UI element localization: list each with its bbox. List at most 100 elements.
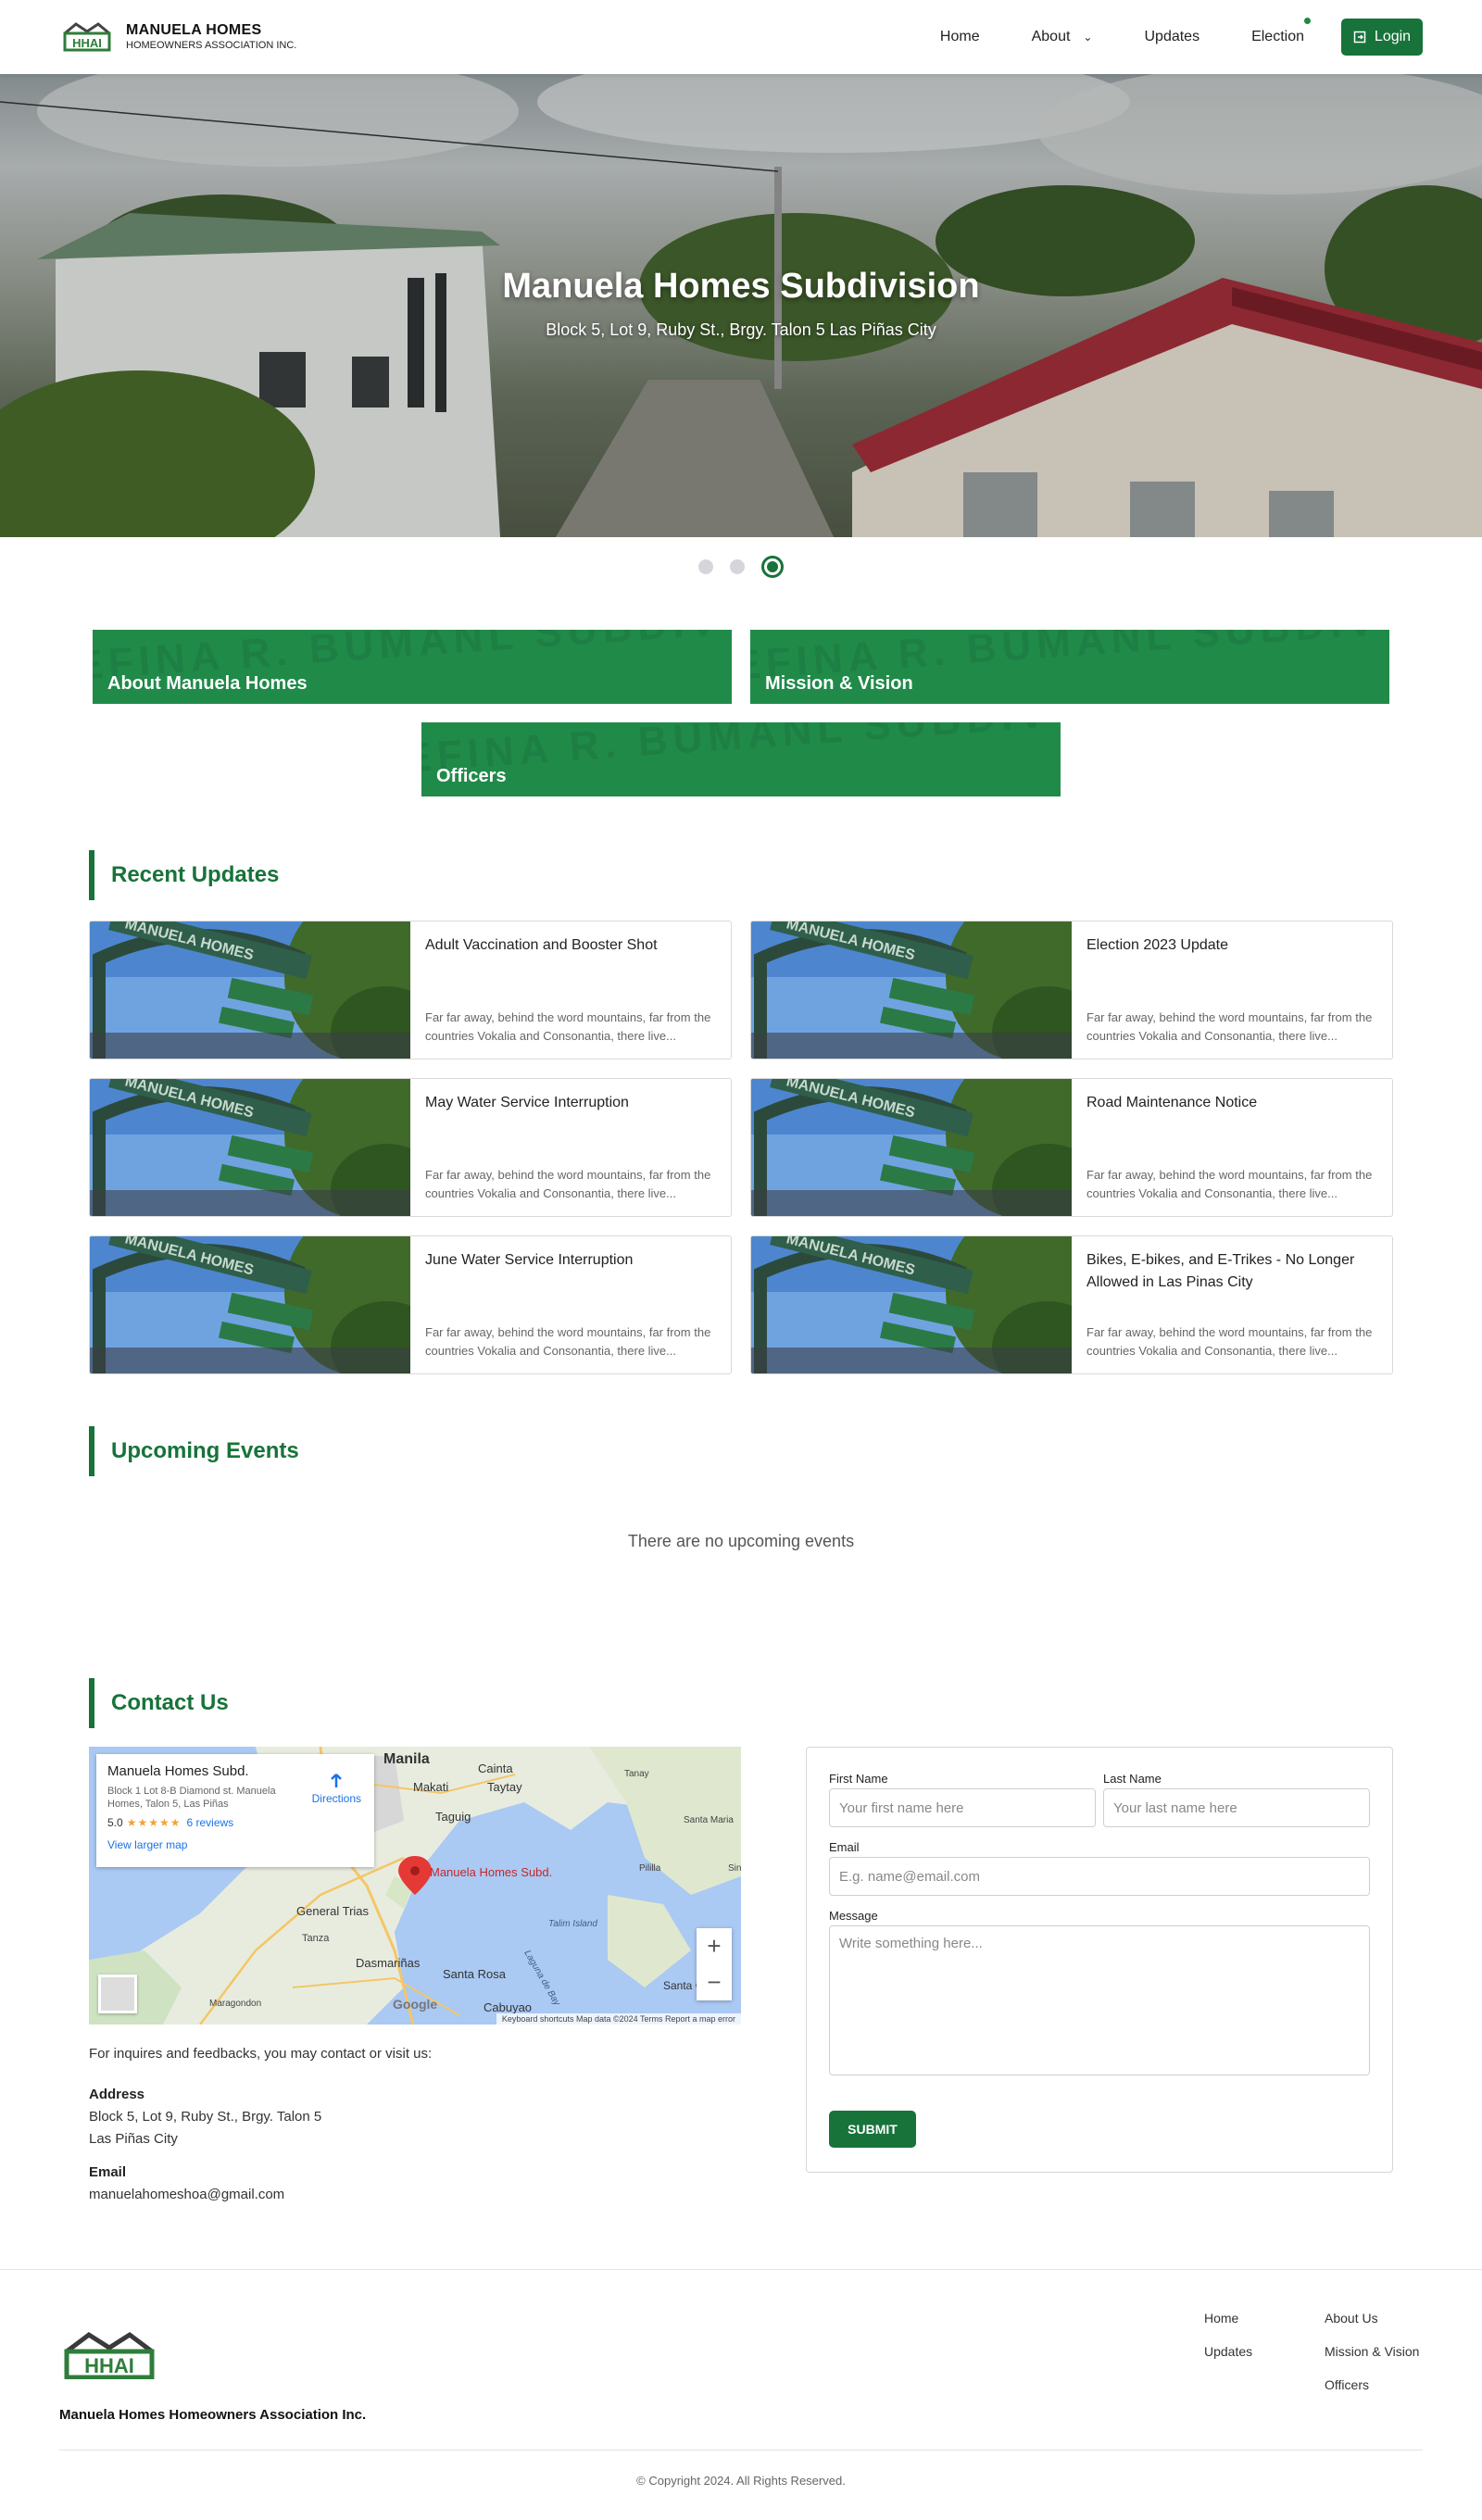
email-input[interactable]: E.g. name@email.com [829,1857,1370,1896]
map-place-address: Block 1 Lot 8-B Diamond st. Manuela Home… [107,1786,276,1810]
svg-text:Tanza: Tanza [302,1933,330,1944]
no-events-message: There are no upcoming events [627,1532,855,1550]
hero-subtitle: Block 5, Lot 9, Ruby St., Brgy. Talon 5 … [546,320,936,339]
hero-carousel: Manuela Homes Subdivision Block 5, Lot 9… [0,74,1482,537]
top-navbar: HHAI MANUELA HOMES HOMEOWNERS ASSOCIATIO… [0,0,1482,74]
svg-text:Tanay: Tanay [624,1769,649,1779]
footer-link-home[interactable]: Home [1204,2311,1238,2326]
brand[interactable]: HHAI MANUELA HOMES HOMEOWNERS ASSOCIATIO… [61,20,296,52]
nav-updates[interactable]: Updates [1144,29,1199,45]
directions-icon [331,1774,343,1787]
message-textarea[interactable]: Write something here... [829,1925,1370,2075]
map-reviews-link[interactable]: 6 reviews [186,1816,233,1829]
svg-text:Taguig: Taguig [435,1810,471,1824]
update-thumbnail: MANUELA HOMES [751,1236,1072,1373]
update-excerpt: Far far away, behind the word mountains,… [1086,1325,1373,1358]
tile-about[interactable]: JOSEFINA R. BUMANL SUBDIV About Manuela … [93,630,732,704]
update-title: June Water Service Interruption [425,1252,634,1268]
footer-link-officers[interactable]: Officers [1325,2377,1369,2392]
brand-subtitle: HOMEOWNERS ASSOCIATION INC. [126,39,297,51]
submit-button[interactable]: SUBMIT [829,2111,916,2148]
svg-text:Manila: Manila [383,1751,430,1767]
update-thumbnail: MANUELA HOMES [90,921,410,1059]
update-title: Bikes, E-bikes, and E-Trikes - No Longer… [1086,1252,1355,1290]
update-excerpt: Far far away, behind the word mountains,… [425,1010,711,1043]
address-line-1: Block 5, Lot 9, Ruby St., Brgy. Talon 5 [89,2109,322,2125]
contact-form: First Name Your first name here Last Nam… [806,1747,1393,2173]
update-excerpt: Far far away, behind the word mountains,… [1086,1010,1373,1043]
login-button[interactable]: Login [1341,19,1423,56]
last-name-label: Last Name [1103,1772,1162,1786]
zoom-out-button[interactable]: − [697,1964,732,2000]
footer-org-name: Manuela Homes Homeowners Association Inc… [59,2407,367,2423]
svg-text:Santa Maria: Santa Maria [684,1815,734,1825]
map-layer-toggle[interactable] [98,1975,137,2013]
svg-text:Taytay: Taytay [487,1780,522,1794]
update-excerpt: Far far away, behind the word mountains,… [1086,1168,1373,1200]
map-zoom-controls: + − [697,1928,732,2000]
footer-logo-icon: HHAI [64,2331,155,2379]
nav-home[interactable]: Home [940,29,980,45]
svg-text:HHAI: HHAI [84,2354,134,2377]
section-title-updates: Recent Updates [89,850,279,900]
directions-button[interactable]: Directions [312,1773,361,1805]
svg-text:Siniloan: Siniloan [728,1863,741,1874]
footer-link-about-us[interactable]: About Us [1325,2311,1378,2326]
update-excerpt: Far far away, behind the word mountains,… [425,1325,711,1358]
notification-dot [1304,18,1311,24]
carousel-dot-2[interactable] [730,559,745,574]
svg-text:Maragondon: Maragondon [209,1999,261,2009]
section-title-events: Upcoming Events [89,1426,299,1476]
hoa-logo-icon: HHAI [63,22,111,52]
tile-officers[interactable]: JOSEFINA R. BUMANL SUBDIV Officers [421,722,1061,796]
contact-intro: For inquires and feedbacks, you may cont… [89,2046,433,2062]
google-map[interactable]: Manila Makati Cainta Taytay Taguig Tanay… [89,1747,741,2025]
hero-title: Manuela Homes Subdivision [502,267,980,306]
footer-link-updates[interactable]: Updates [1204,2344,1252,2359]
google-logo: Google [393,1997,438,2012]
update-card[interactable]: MANUELA HOMES Adult Vaccination and Boos… [89,921,732,1059]
nav-election[interactable]: Election [1251,18,1311,45]
login-icon [1353,31,1366,44]
update-thumbnail: MANUELA HOMES [751,1079,1072,1216]
svg-text:HHAI: HHAI [72,36,102,50]
zoom-in-button[interactable]: + [697,1928,732,1964]
update-thumbnail: MANUELA HOMES [751,921,1072,1059]
update-thumbnail: MANUELA HOMES [90,1079,410,1216]
carousel-dot-3[interactable] [761,556,784,578]
update-card[interactable]: MANUELA HOMES Road Maintenance Notice Fa… [750,1078,1393,1217]
svg-text:Cabuyao: Cabuyao [484,2000,532,2014]
update-title: Election 2023 Update [1086,937,1228,953]
first-name-input[interactable]: Your first name here [829,1788,1096,1827]
last-name-input[interactable]: Your last name here [1103,1788,1370,1827]
svg-text:Cainta: Cainta [478,1761,513,1775]
update-title: Road Maintenance Notice [1086,1095,1258,1110]
carousel-dot-1[interactable] [698,559,713,574]
address-line-2: Las Piñas City [89,2131,178,2147]
svg-text:Santa Rosa: Santa Rosa [443,1967,507,1981]
svg-text:General Trias: General Trias [296,1904,370,1918]
map-place-card: Manuela Homes Subd. Block 1 Lot 8-B Diam… [96,1754,374,1867]
update-thumbnail: MANUELA HOMES [90,1236,410,1373]
email-field-label: Email [829,1840,860,1854]
tile-mission-vision[interactable]: JOSEFINA R. BUMANL SUBDIV Mission & Visi… [750,630,1389,704]
nav-about-dropdown[interactable]: About ⌄ [1032,29,1093,45]
contact-email: manuelahomeshoa@gmail.com [89,2187,285,2202]
view-larger-map-link[interactable]: View larger map [107,1838,363,1851]
update-card[interactable]: MANUELA HOMES Bikes, E-bikes, and E-Trik… [750,1235,1393,1374]
svg-text:Talim Island: Talim Island [548,1919,597,1929]
update-card[interactable]: MANUELA HOMES June Water Service Interru… [89,1235,732,1374]
message-label: Message [829,1909,878,1923]
email-label: Email [89,2164,127,2180]
update-card[interactable]: MANUELA HOMES Election 2023 Update Far f… [750,921,1393,1059]
update-title: May Water Service Interruption [425,1095,629,1110]
carousel-indicators [0,556,1482,578]
svg-text:Dasmariñas: Dasmariñas [356,1956,421,1970]
footer-link-mission-vision[interactable]: Mission & Vision [1325,2344,1419,2359]
update-title: Adult Vaccination and Booster Shot [425,937,658,953]
svg-text:Manuela Homes Subd.: Manuela Homes Subd. [430,1865,552,1879]
contact-info: For inquires and feedbacks, you may cont… [89,2043,645,2206]
chevron-down-icon: ⌄ [1083,31,1093,44]
first-name-label: First Name [829,1772,888,1786]
update-card[interactable]: MANUELA HOMES May Water Service Interrup… [89,1078,732,1217]
